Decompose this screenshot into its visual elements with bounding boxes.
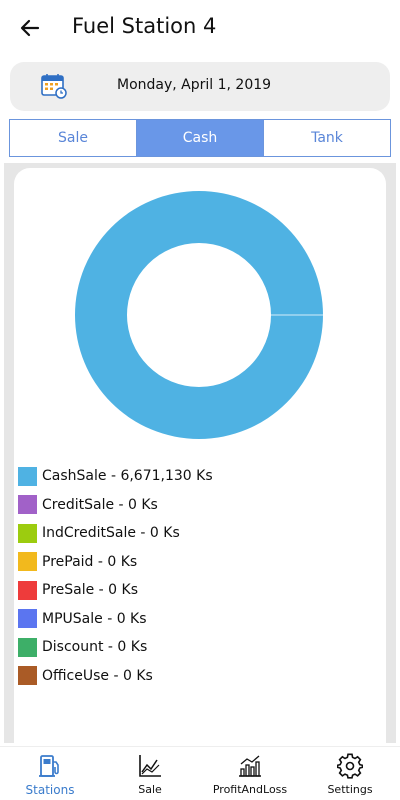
legend-item-cashsale: CashSale - 6,671,130 Ks <box>18 462 378 491</box>
nav-stations[interactable]: Stations <box>0 747 100 800</box>
date-picker[interactable]: Monday, April 1, 2019 <box>10 62 390 111</box>
legend-swatch <box>18 495 37 515</box>
legend-label: CreditSale - 0 Ks <box>42 496 158 513</box>
back-button[interactable] <box>18 16 42 40</box>
legend-label: MPUSale - 0 Ks <box>42 610 147 627</box>
selected-date: Monday, April 1, 2019 <box>117 77 272 93</box>
legend-swatch <box>18 466 37 486</box>
nav-profit-and-loss[interactable]: ProfitAndLoss <box>200 747 300 800</box>
page-title: Fuel Station 4 <box>72 14 217 38</box>
legend-swatch <box>18 637 37 657</box>
legend-label: Discount - 0 Ks <box>42 639 148 656</box>
legend-item-creditsale: CreditSale - 0 Ks <box>18 491 378 520</box>
nav-sale[interactable]: Sale <box>100 747 200 800</box>
nav-label: Sale <box>138 783 162 796</box>
legend-swatch <box>18 552 37 572</box>
legend-item-presale: PreSale - 0 Ks <box>18 576 378 605</box>
line-chart-icon <box>139 755 161 777</box>
legend-item-prepaid: PrePaid - 0 Ks <box>18 548 378 577</box>
nav-label: ProfitAndLoss <box>212 783 288 796</box>
legend-label: CashSale - 6,671,130 Ks <box>42 468 213 485</box>
legend-swatch <box>18 666 37 686</box>
arrow-left-icon <box>20 19 40 37</box>
legend-swatch <box>18 580 37 600</box>
tab-bar: Sale Cash Tank <box>9 119 391 157</box>
fuel-pump-icon <box>39 755 59 777</box>
nav-settings[interactable]: Settings <box>300 747 400 800</box>
bottom-navigation: Stations Sale ProfitAndLoss Settings <box>0 746 400 800</box>
legend-item-mpusale: MPUSale - 0 Ks <box>18 605 378 634</box>
tab-tank[interactable]: Tank <box>263 120 390 156</box>
legend-item-indcreditsale: IndCreditSale - 0 Ks <box>18 519 378 548</box>
chart-legend: CashSale - 6,671,130 Ks CreditSale - 0 K… <box>18 462 378 690</box>
gear-icon <box>337 753 363 779</box>
legend-item-officeuse: OfficeUse - 0 Ks <box>18 662 378 691</box>
app-bar: Fuel Station 4 <box>0 0 400 56</box>
legend-item-discount: Discount - 0 Ks <box>18 633 378 662</box>
legend-label: IndCreditSale - 0 Ks <box>42 525 180 542</box>
legend-swatch <box>18 609 37 629</box>
tab-cash[interactable]: Cash <box>136 120 263 156</box>
tab-sale[interactable]: Sale <box>10 120 136 156</box>
nav-label: Stations <box>25 783 75 797</box>
bar-chart-icon <box>239 755 261 777</box>
donut-chart <box>75 191 323 439</box>
nav-label: Settings <box>327 783 373 796</box>
legend-label: OfficeUse - 0 Ks <box>42 667 153 684</box>
legend-swatch <box>18 523 37 543</box>
calendar-icon <box>41 74 67 99</box>
legend-label: PreSale - 0 Ks <box>42 582 139 599</box>
legend-label: PrePaid - 0 Ks <box>42 553 138 570</box>
